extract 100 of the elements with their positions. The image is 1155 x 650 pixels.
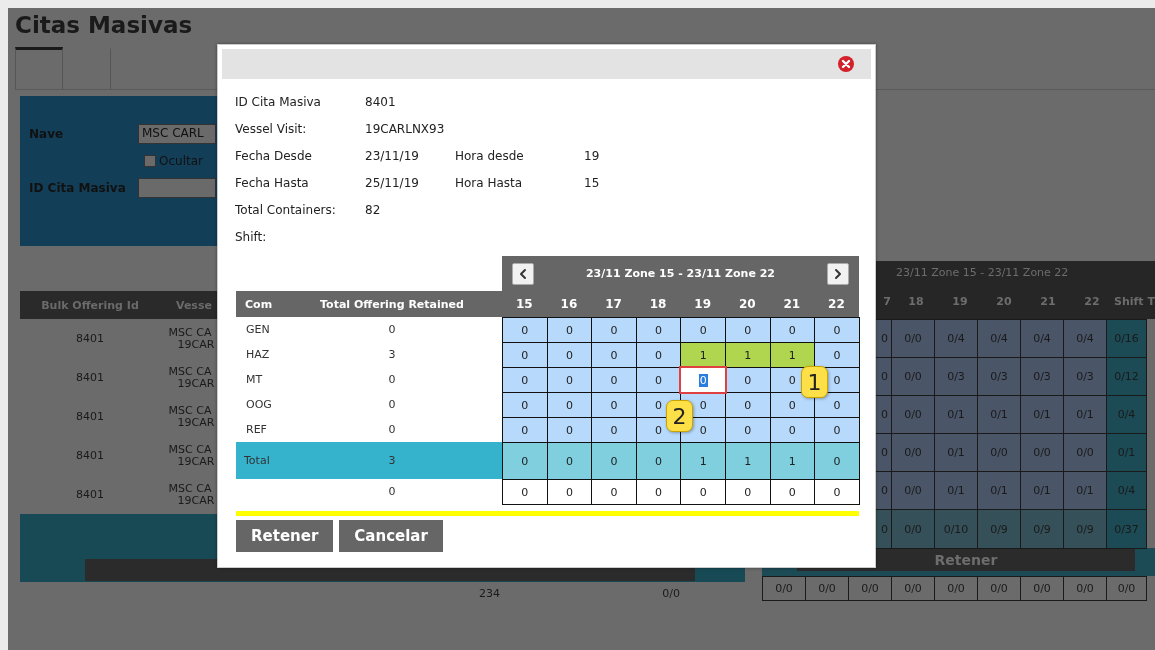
grid-cell: 0/3 bbox=[1020, 357, 1064, 396]
grid-cell: 0 bbox=[724, 367, 771, 393]
checkbox-label: Ocultar bbox=[159, 154, 203, 168]
column-header: 21 bbox=[782, 297, 802, 311]
previous-button[interactable] bbox=[512, 262, 534, 285]
grid-cell: 0/4 bbox=[977, 319, 1021, 358]
grid-cell: 0 bbox=[591, 342, 637, 368]
grid-cell: 0 bbox=[814, 417, 860, 443]
grid-cell: 1 bbox=[724, 342, 771, 368]
checkbox[interactable] bbox=[144, 155, 156, 167]
grid-cell: 0/0 bbox=[1020, 433, 1064, 472]
grid-cell: 0 bbox=[814, 479, 860, 505]
table-cell-text: OOG bbox=[245, 398, 273, 411]
grid-cell: 0 bbox=[502, 417, 548, 443]
cancel-button[interactable]: Cancelar bbox=[339, 520, 443, 552]
grid-cell: 0/4 bbox=[1020, 319, 1064, 358]
table-cell-text: REF bbox=[245, 423, 268, 436]
grid-cell: 0 bbox=[546, 392, 593, 418]
close-icon[interactable] bbox=[837, 55, 855, 73]
input-field[interactable] bbox=[138, 178, 216, 198]
column-header: 18 bbox=[648, 297, 668, 311]
grid-cell: 0/0 bbox=[1063, 576, 1107, 601]
grid-cell: 0 bbox=[814, 317, 860, 343]
grid-cell: 0 bbox=[769, 317, 816, 343]
info-label: Fecha Desde bbox=[235, 148, 313, 163]
grid-cell: 0 bbox=[591, 417, 637, 443]
input-field[interactable]: 0 bbox=[680, 367, 726, 393]
table-cell-text: MT bbox=[245, 373, 264, 386]
grid-cell: 1 bbox=[769, 442, 816, 480]
table-cell-text: HAZ bbox=[245, 348, 271, 361]
grid-cell: 0/1 bbox=[977, 471, 1021, 510]
grid-cell: 0/10 bbox=[934, 509, 978, 549]
grid-cell: 1 bbox=[680, 442, 726, 480]
info-label: Hora desde bbox=[455, 148, 525, 163]
grid-cell: 0 bbox=[635, 317, 682, 343]
table-cell-text: 234 bbox=[478, 588, 500, 600]
table-cell-text: 8401 bbox=[75, 449, 105, 462]
table-cell-text: 8401 bbox=[75, 332, 105, 345]
grid-cell: 0/1 bbox=[934, 395, 978, 434]
grid-cell: 0/0 bbox=[891, 319, 935, 358]
info-value: 82 bbox=[365, 202, 382, 217]
info-value: 19 bbox=[584, 148, 601, 163]
grid-cell: 0 bbox=[724, 417, 771, 443]
table-cell-text: MSC CA bbox=[167, 404, 213, 417]
grid-cell: 0 bbox=[769, 417, 816, 443]
column-header: 16 bbox=[559, 297, 579, 311]
info-label: Hora Hasta bbox=[455, 175, 524, 190]
table-cell-text: 19CAR bbox=[176, 455, 216, 468]
grid-cell: 0/0 bbox=[977, 433, 1021, 472]
table-cell-text: 0 bbox=[387, 423, 397, 436]
grid-cell: 0/9 bbox=[977, 509, 1021, 549]
table-cell-text: Total bbox=[243, 454, 271, 467]
grid-cell: 0/9 bbox=[1063, 509, 1107, 549]
column-header: 21 bbox=[1039, 294, 1057, 310]
tab[interactable] bbox=[15, 47, 63, 90]
table-cell-text: 19CAR bbox=[176, 494, 216, 507]
field-label: Nave bbox=[29, 127, 65, 141]
grid-cell: 0/1 bbox=[1063, 471, 1107, 510]
grid-cell: 0 bbox=[591, 392, 637, 418]
info-value: 19CARLNX93 bbox=[365, 121, 446, 136]
grid-cell: 0/0 bbox=[891, 433, 935, 472]
next-button[interactable] bbox=[827, 262, 849, 285]
grid-cell: 0/9 bbox=[1020, 509, 1064, 549]
table-cell-text: 19CAR bbox=[176, 416, 216, 429]
grid-cell: 0/0 bbox=[891, 395, 935, 434]
grid-cell: 0/1 bbox=[1063, 395, 1107, 434]
grid-cell: 0 bbox=[502, 342, 548, 368]
table-cell-text: 8401 bbox=[75, 371, 105, 384]
grid-cell: 0/1 bbox=[934, 471, 978, 510]
grid-cell: 0/0 bbox=[762, 576, 806, 601]
grid-cell: 0 bbox=[502, 367, 548, 393]
grid-title: 23/11 Zone 15 - 23/11 Zone 22 bbox=[896, 266, 1069, 279]
column-header: 20 bbox=[995, 294, 1013, 310]
info-value: 15 bbox=[584, 175, 601, 190]
grid-cell: 0/0 bbox=[891, 576, 935, 601]
grid-cell: 0 bbox=[591, 442, 637, 480]
grid-cell: 0 bbox=[502, 392, 548, 418]
grid-cell: 0 bbox=[546, 417, 593, 443]
column-header: Bulk Offering Id bbox=[40, 298, 140, 312]
vessel-select[interactable]: MSC CARL bbox=[138, 124, 216, 144]
column-header: Vesse bbox=[175, 298, 213, 312]
range-title: 23/11 Zone 15 - 23/11 Zone 22 bbox=[585, 267, 776, 280]
grid-cell: 0 bbox=[635, 367, 682, 393]
table-cell-text: 19CAR bbox=[176, 338, 216, 351]
table-cell-text: GEN bbox=[245, 323, 271, 336]
retain-button[interactable]: Retener bbox=[236, 520, 334, 552]
column-header: 22 bbox=[1083, 294, 1101, 310]
grid-cell: 0/4 bbox=[1106, 395, 1147, 434]
column-header: 7 bbox=[882, 294, 892, 310]
table-cell-text: 0/0 bbox=[661, 588, 680, 600]
grid-cell: 0/0 bbox=[1063, 433, 1107, 472]
grid-cell: 0 bbox=[680, 317, 726, 343]
info-value: 25/11/19 bbox=[365, 175, 420, 190]
table-cell-text: MSC CA bbox=[167, 365, 213, 378]
column-header: 20 bbox=[737, 297, 757, 311]
callout-badge: 1 bbox=[801, 366, 828, 398]
grid-cell: 0/0 bbox=[848, 576, 892, 601]
grid-cell: 0/3 bbox=[977, 357, 1021, 396]
grid-cell: 0/1 bbox=[977, 395, 1021, 434]
grid-cell: 0/0 bbox=[1020, 576, 1064, 601]
